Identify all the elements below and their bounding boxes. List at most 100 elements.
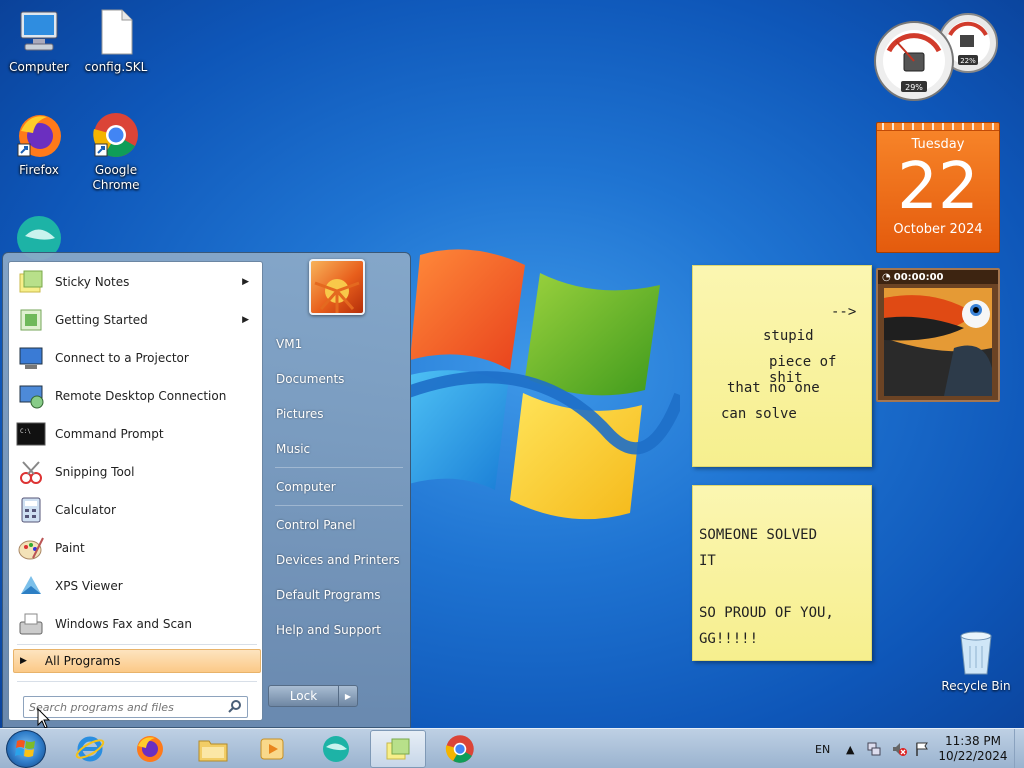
cpu-percent: 29% [905, 83, 923, 92]
snipping-tool-icon [15, 456, 47, 488]
desktop-icon-computer[interactable]: Computer [1, 8, 77, 75]
search-input[interactable] [29, 700, 219, 714]
program-label: Snipping Tool [55, 465, 135, 479]
taskbar-google-chrome[interactable] [432, 730, 488, 768]
chrome-icon [445, 735, 474, 763]
program-remote-desktop-connection[interactable]: Remote Desktop Connection [15, 379, 257, 413]
paint-icon [15, 532, 47, 564]
media-player-icon [260, 738, 284, 760]
desktop-icon-firefox[interactable]: Firefox [1, 111, 77, 178]
windows-logo-wallpaper [397, 245, 686, 535]
tray-volume[interactable] [891, 729, 907, 768]
program-xps-viewer[interactable]: XPS Viewer [15, 569, 257, 603]
separator [275, 505, 403, 506]
program-label: Command Prompt [55, 427, 164, 441]
desktop-icon-google-chrome[interactable]: Google Chrome [78, 111, 154, 193]
sticky-note-1[interactable]: --> stupid piece of shit that no one can… [692, 265, 872, 467]
program-snipping-tool[interactable]: Snipping Tool [15, 455, 257, 489]
lock-label: Lock [269, 686, 339, 706]
network-icon [867, 742, 881, 756]
note-blank-line [699, 574, 865, 600]
taskbar-firefox[interactable] [122, 730, 178, 768]
sticky-notes-icon [386, 738, 410, 760]
taskbar-internet-explorer[interactable] [62, 730, 118, 768]
start-right-music[interactable]: Music [276, 442, 310, 456]
program-connect-to-a-projector[interactable]: Connect to a Projector [15, 341, 257, 375]
file-icon [92, 8, 140, 56]
xps-viewer-icon [15, 570, 47, 602]
calendar-gadget[interactable]: Tuesday 22 October 2024 [876, 122, 1000, 253]
start-right-help-and-support[interactable]: Help and Support [276, 623, 381, 637]
program-label: Calculator [55, 503, 116, 517]
start-right-default-programs[interactable]: Default Programs [276, 588, 381, 602]
calendar-day-number: 22 [897, 150, 979, 224]
start-right-documents[interactable]: Documents [276, 372, 344, 386]
desktop-icon-recycle-bin[interactable]: Recycle Bin [940, 628, 1012, 693]
language-indicator[interactable]: EN [815, 729, 830, 768]
taskbar-teal-app[interactable] [308, 730, 364, 768]
note-text: can solve [721, 406, 797, 422]
tray-network[interactable] [866, 729, 882, 768]
flag-icon [916, 742, 928, 756]
projector-icon [15, 342, 47, 374]
taskbar-sticky-notes[interactable] [370, 730, 426, 768]
submenu-arrow-icon: ▶ [242, 277, 249, 287]
program-windows-fax-and-scan[interactable]: Windows Fax and Scan [15, 607, 257, 641]
firefox-icon [15, 111, 63, 159]
cpu-meter-gadget[interactable]: 22% 29% [874, 9, 1002, 104]
show-hidden-icons-button[interactable]: ▲ [846, 729, 854, 768]
chrome-icon [92, 111, 140, 159]
memory-percent: 22% [960, 57, 976, 65]
taskbar-clock[interactable]: 11:38 PM 10/22/2024 [936, 734, 1010, 764]
show-desktop-button[interactable] [1014, 729, 1024, 768]
start-button[interactable] [6, 730, 46, 768]
submenu-arrow-icon: ▶ [242, 315, 249, 325]
fax-scan-icon [15, 608, 47, 640]
start-menu: Sticky Notes ▶ Getting Started ▶ Connect… [2, 252, 411, 728]
windows-flag-icon [15, 740, 35, 757]
power-options-arrow-icon[interactable]: ▶ [339, 686, 357, 706]
chevron-up-icon: ▲ [846, 742, 855, 756]
desktop-icon-label: Computer [9, 60, 69, 74]
taskbar-media-player[interactable] [245, 730, 301, 768]
recycle-bin-icon [960, 631, 992, 675]
desktop-icon-config-skl[interactable]: config.SKL [78, 8, 154, 75]
program-sticky-notes[interactable]: Sticky Notes ▶ [15, 265, 257, 299]
search-icon[interactable] [228, 699, 242, 716]
start-right-vm1[interactable]: VM1 [276, 337, 302, 351]
clock-icon: ◔ [882, 271, 891, 283]
start-right-devices-and-printers[interactable]: Devices and Printers [276, 553, 400, 567]
user-avatar[interactable] [309, 259, 365, 315]
start-right-computer[interactable]: Computer [276, 480, 336, 494]
separator [17, 644, 257, 645]
lock-button[interactable]: Lock ▶ [268, 685, 358, 707]
program-label: Paint [55, 541, 85, 555]
command-prompt-icon: C:\ [15, 418, 47, 450]
search-box[interactable] [23, 696, 248, 718]
start-menu-programs-pane: Sticky Notes ▶ Getting Started ▶ Connect… [8, 261, 263, 721]
taskbar-windows-explorer[interactable] [185, 730, 241, 768]
calculator-icon [15, 494, 47, 526]
note-text: that no one [727, 380, 820, 396]
program-getting-started[interactable]: Getting Started ▶ [15, 303, 257, 337]
svg-text:C:\: C:\ [20, 428, 31, 435]
tray-action-center[interactable] [914, 729, 930, 768]
slideshow-gadget[interactable]: ◔ 00:00:00 [876, 268, 1000, 402]
teal-app-icon [323, 736, 349, 762]
desktop-icon-label: Google Chrome [92, 163, 140, 192]
desktop-icon-label: Firefox [19, 163, 59, 177]
start-right-control-panel[interactable]: Control Panel [276, 518, 356, 532]
program-command-prompt[interactable]: C:\ Command Prompt [15, 417, 257, 451]
firefox-icon [137, 736, 163, 762]
clock-date: 10/22/2024 [938, 749, 1008, 763]
folder-icon [198, 740, 228, 762]
separator [17, 681, 257, 682]
all-programs-button[interactable]: ▶ All Programs [13, 649, 261, 673]
slideshow-time: 00:00:00 [893, 271, 944, 283]
note-text: stupid [763, 328, 814, 344]
start-right-pictures[interactable]: Pictures [276, 407, 324, 421]
program-calculator[interactable]: Calculator [15, 493, 257, 527]
program-paint[interactable]: Paint [15, 531, 257, 565]
volume-muted-icon [893, 743, 907, 756]
sticky-note-2[interactable]: SOMEONE SOLVED IT SO PROUD OF YOU, GG!!!… [692, 485, 872, 661]
